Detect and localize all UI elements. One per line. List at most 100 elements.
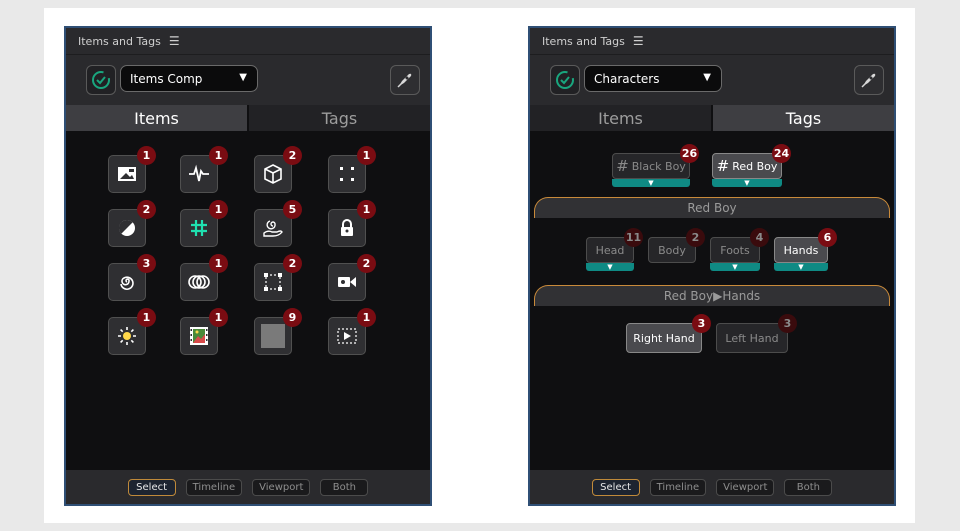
group-header-red-boy-hands[interactable]: Red Boy▶Hands [534, 285, 890, 306]
select-button[interactable]: Select [591, 478, 640, 496]
tag-foots[interactable]: Foots 4 [710, 228, 769, 263]
item-button[interactable]: 1 [180, 308, 228, 355]
hashtag-icon [191, 220, 207, 236]
timeline-button[interactable]: Timeline [649, 478, 707, 496]
image-icon [118, 167, 136, 181]
count-badge: 1 [209, 146, 228, 165]
panel-title: Items and Tags [542, 34, 625, 48]
expand-arrow-icon[interactable]: ▼ [710, 263, 760, 271]
tags-area: # Black Boy 26 ▼ # Red Boy 24 ▼ Red Boy … [530, 131, 894, 470]
count-badge: 1 [209, 254, 228, 273]
timeline-button[interactable]: Timeline [185, 478, 243, 496]
footer-bar: Select Timeline Viewport Both [66, 470, 430, 504]
items-and-tags-panel-tags: Items and Tags ☰ Characters ▼ Items Tags… [528, 26, 896, 506]
count-badge: 1 [357, 200, 376, 219]
viewport-button[interactable]: Viewport [716, 478, 775, 496]
dropdown-value: Characters [594, 71, 660, 86]
count-badge: 1 [357, 308, 376, 327]
caret-down-icon: ▼ [239, 72, 247, 83]
tab-items[interactable]: Items [530, 105, 711, 131]
hamburger-menu-icon[interactable]: ☰ [633, 34, 644, 48]
tab-bar: Items Tags [66, 105, 430, 131]
item-button[interactable]: 1 [328, 308, 376, 355]
item-button[interactable]: 1 [180, 254, 228, 301]
tab-tags[interactable]: Tags [713, 105, 894, 131]
count-badge: 1 [209, 200, 228, 219]
dropdown-value: Items Comp [130, 71, 203, 86]
tag-body[interactable]: Body 2 [648, 228, 705, 263]
tag-label: Body [658, 243, 686, 257]
tag-label: Red Boy [732, 159, 778, 173]
toolbar: Characters ▼ [530, 54, 894, 105]
tag-black-boy[interactable]: # Black Boy 26 [612, 144, 699, 179]
item-button[interactable]: 2 [108, 200, 156, 247]
composition-dropdown[interactable]: Items Comp ▼ [120, 65, 258, 92]
sun-icon [118, 327, 136, 345]
item-button[interactable]: 1 [108, 146, 156, 193]
count-badge: 2 [137, 200, 156, 219]
spiral-icon [120, 276, 134, 291]
tag-head[interactable]: Head 11 [586, 228, 643, 263]
tab-items[interactable]: Items [66, 105, 247, 131]
tag-label: Left Hand [725, 331, 779, 345]
items-grid: 1 1 2 1 2 1 5 1 3 1 2 2 1 1 9 1 [66, 131, 430, 470]
viewport-button[interactable]: Viewport [252, 478, 311, 496]
contrast-icon [118, 219, 135, 236]
video-camera-icon [338, 277, 356, 287]
item-button[interactable]: 2 [254, 254, 302, 301]
count-badge: 2 [357, 254, 376, 273]
tag-hands[interactable]: Hands 6 [774, 228, 837, 263]
item-button[interactable]: 1 [328, 200, 376, 247]
expand-arrow-icon[interactable]: ▼ [712, 179, 782, 187]
tag-label: Foots [720, 243, 750, 257]
panel-title: Items and Tags [78, 34, 161, 48]
footer-bar: Select Timeline Viewport Both [530, 470, 894, 504]
cube-icon [264, 164, 282, 184]
rocket-icon[interactable] [390, 65, 420, 95]
count-badge: 2 [283, 254, 302, 273]
count-badge: 2 [283, 146, 302, 165]
expand-arrow-icon[interactable]: ▼ [774, 263, 828, 271]
rocket-icon[interactable] [854, 65, 884, 95]
tag-red-boy[interactable]: # Red Boy 24 [712, 144, 791, 179]
lock-icon [341, 219, 353, 236]
select-button[interactable]: Select [127, 478, 176, 496]
count-badge: 11 [624, 228, 643, 247]
tag-label: Right Hand [633, 331, 695, 345]
tab-tags[interactable]: Tags [249, 105, 430, 131]
hashtag-icon: # [716, 157, 730, 175]
count-badge: 1 [209, 308, 228, 327]
panel-header: Items and Tags ☰ [66, 28, 430, 54]
tag-label: Black Boy [631, 159, 686, 173]
item-button[interactable]: 2 [254, 146, 302, 193]
item-button[interactable]: 2 [328, 254, 376, 301]
expand-arrow-icon[interactable]: ▼ [586, 263, 634, 271]
expand-arrow-icon[interactable]: ▼ [612, 179, 690, 187]
item-button[interactable]: 1 [108, 308, 156, 355]
tab-bar: Items Tags [530, 105, 894, 131]
video-play-icon [337, 328, 357, 344]
both-button[interactable]: Both [320, 478, 369, 496]
hamburger-menu-icon[interactable]: ☰ [169, 34, 180, 48]
count-badge: 26 [680, 144, 699, 163]
item-button[interactable]: 1 [328, 146, 376, 193]
count-badge: 9 [283, 308, 302, 327]
item-button[interactable]: 1 [180, 200, 228, 247]
item-button[interactable]: 3 [108, 254, 156, 301]
refresh-icon[interactable] [550, 65, 580, 95]
count-badge: 1 [357, 146, 376, 165]
item-button[interactable]: 9 [254, 308, 302, 355]
tag-right-hand[interactable]: Right Hand 3 [626, 314, 711, 353]
item-button[interactable]: 5 [254, 200, 302, 247]
gray-square-icon [261, 324, 285, 348]
composition-dropdown[interactable]: Characters ▼ [584, 65, 722, 92]
count-badge: 4 [750, 228, 769, 247]
item-button[interactable]: 1 [180, 146, 228, 193]
group-header-red-boy[interactable]: Red Boy [534, 197, 890, 218]
tag-left-hand[interactable]: Left Hand 3 [716, 314, 797, 353]
count-badge: 2 [686, 228, 705, 247]
refresh-icon[interactable] [86, 65, 116, 95]
count-badge: 3 [692, 314, 711, 333]
tag-label: Head [595, 243, 625, 257]
both-button[interactable]: Both [784, 478, 833, 496]
